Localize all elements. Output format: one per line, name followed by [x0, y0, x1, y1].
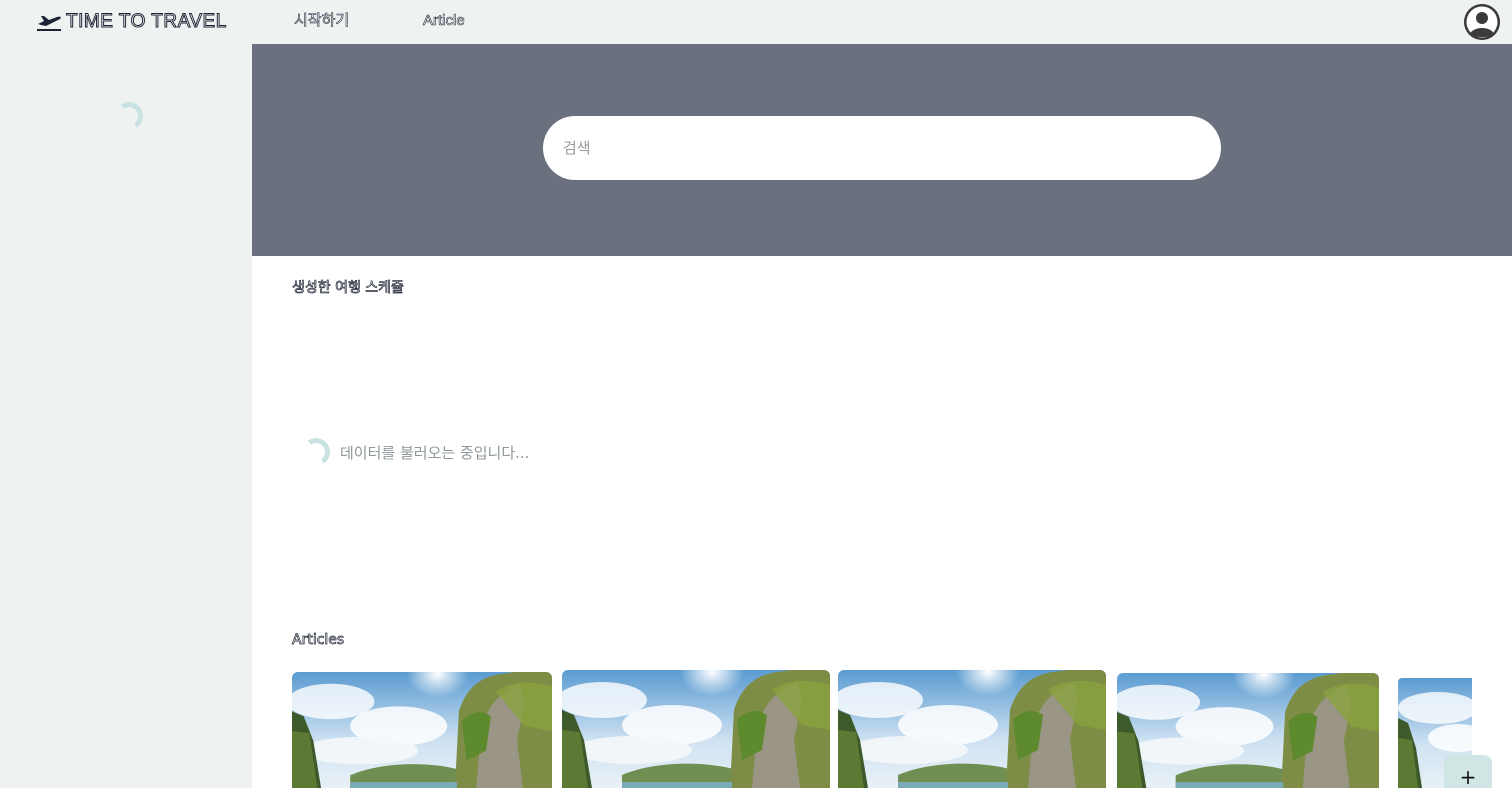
sidebar	[0, 44, 252, 788]
article-thumbnail	[838, 670, 1106, 788]
article-thumbnail	[562, 670, 830, 788]
logo[interactable]: TIME TO TRAVEL	[36, 11, 227, 33]
article-card[interactable]	[838, 670, 1106, 788]
logo-text: TIME TO TRAVEL	[66, 11, 227, 33]
loading-spinner	[299, 435, 333, 469]
airplane-icon	[37, 16, 61, 31]
nav-link-start[interactable]: 시작하기	[294, 11, 350, 31]
articles-section-title: Articles	[292, 632, 345, 649]
article-card[interactable]	[1117, 673, 1379, 788]
plus-icon: +	[1459, 765, 1477, 788]
search-input[interactable]	[543, 116, 1221, 180]
schedule-section-title: 생성한 여행 스케줄	[292, 280, 405, 297]
add-button[interactable]: +	[1444, 755, 1492, 788]
article-card[interactable]	[292, 672, 552, 788]
article-card[interactable]	[562, 670, 830, 788]
avatar[interactable]	[1464, 4, 1500, 40]
article-thumbnail	[1117, 673, 1379, 788]
hero-banner	[252, 44, 1512, 256]
nav-link-article[interactable]: Article	[423, 11, 465, 31]
top-nav: TIME TO TRAVEL 시작하기 Article	[0, 0, 1512, 44]
schedule-loading: 데이터를 불러오는 중입니다...	[299, 434, 530, 470]
loading-text: 데이터를 불러오는 중입니다...	[340, 443, 530, 462]
loading-spinner	[112, 99, 146, 133]
article-thumbnail	[292, 672, 552, 788]
user-icon	[1464, 4, 1500, 40]
